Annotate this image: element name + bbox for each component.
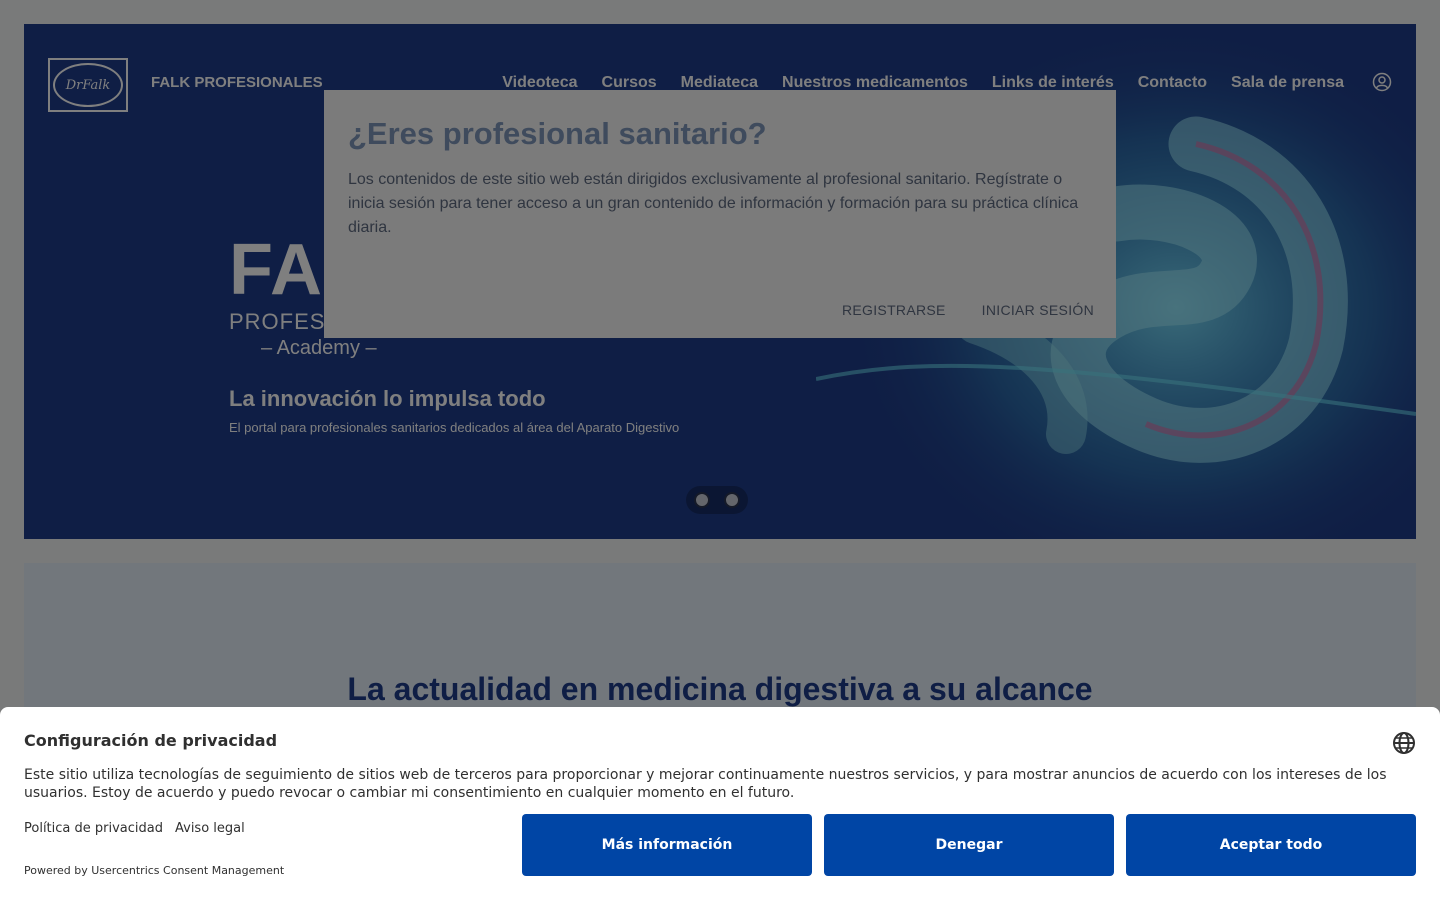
deny-button[interactable]: Denegar [824,814,1114,876]
modal-title: ¿Eres profesional sanitario? [348,116,767,151]
cookie-links: Política de privacidad Aviso legal [24,821,245,836]
more-info-button[interactable]: Más información [522,814,812,876]
register-button[interactable]: REGISTRARSE [842,302,946,318]
modal-text: Los contenidos de este sitio web están d… [348,171,1079,236]
powered-by: Powered by Usercentrics Consent Manageme… [24,864,285,877]
professional-modal: ¿Eres profesional sanitario? Los conteni… [324,90,1116,338]
cookie-text: Este sitio utiliza tecnologías de seguim… [24,767,1387,801]
page: DrFalk FALK PROFESIONALES Videoteca Curs… [0,0,1440,900]
login-button[interactable]: INICIAR SESIÓN [982,302,1094,318]
cookie-banner: Configuración de privacidad Este sitio u… [0,707,1440,900]
legal-notice-link[interactable]: Aviso legal [175,821,245,836]
modal-actions: REGISTRARSE INICIAR SESIÓN [842,302,1094,318]
accept-all-button[interactable]: Aceptar todo [1126,814,1416,876]
cookie-title: Configuración de privacidad [24,731,278,750]
globe-icon[interactable] [1392,731,1416,755]
privacy-policy-link[interactable]: Política de privacidad [24,821,163,836]
